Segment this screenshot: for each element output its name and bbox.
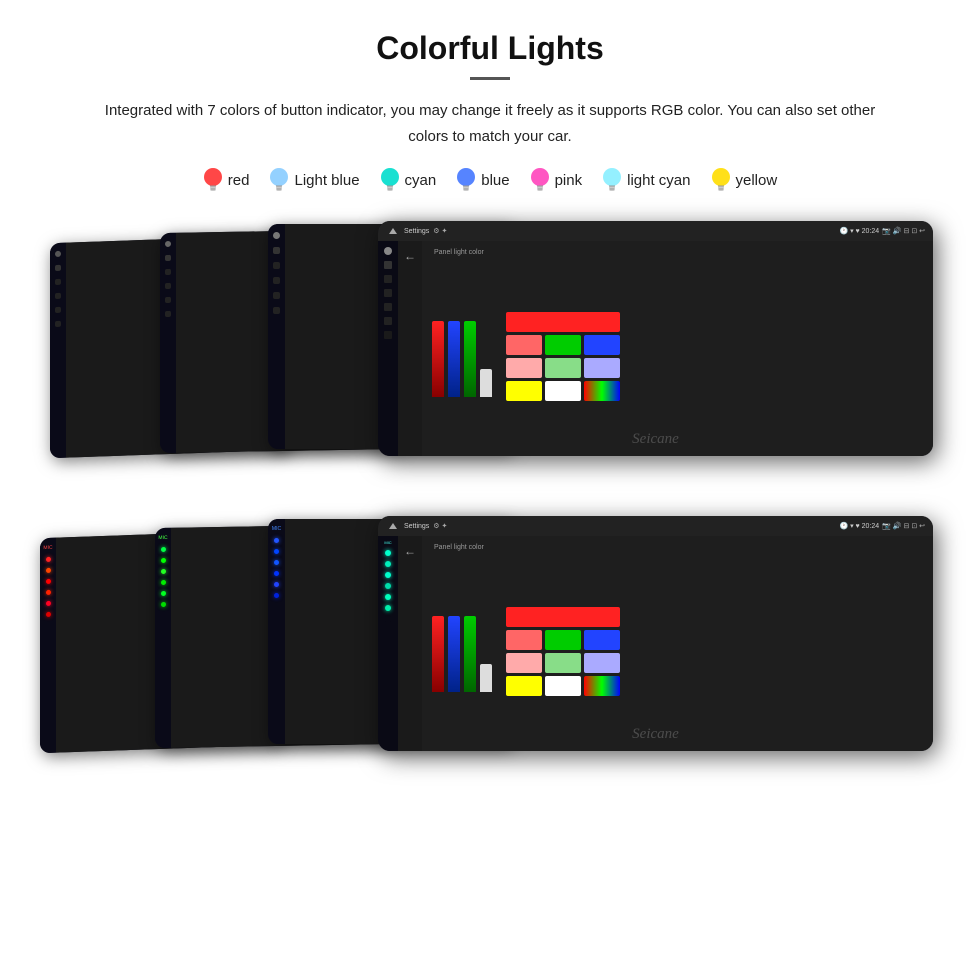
description-text: Integrated with 7 colors of button indic…: [90, 98, 890, 149]
color-item-lightcyan: light cyan: [602, 167, 690, 193]
device-front-bottom: Settings ⚙ ✦ 🕐 ▾ ♥ 20:24 📷 🔊 ⊟ ⊡ ↩ MIC: [378, 516, 933, 751]
color-item-pink: pink: [530, 167, 583, 193]
title-divider: [470, 77, 510, 80]
color-label-blue: blue: [481, 172, 509, 189]
panel-label-top: Panel light color: [434, 249, 484, 256]
bulb-blue-icon: [456, 167, 476, 193]
color-item-yellow: yellow: [711, 167, 778, 193]
color-item-red: red: [203, 167, 250, 193]
color-label-lightblue: Light blue: [294, 172, 359, 189]
bulb-red-icon: [203, 167, 223, 193]
color-indicators: red Light blue cyan: [40, 167, 940, 193]
bulb-lightblue-icon: [269, 167, 289, 193]
bulb-cyan-icon: [380, 167, 400, 193]
bulb-pink-icon: [530, 167, 550, 193]
device-front-top: Settings ⚙ ✦ 🕐 ▾ ♥ 20:24 📷 🔊 ⊟ ⊡ ↩: [378, 221, 933, 456]
top-device-group: Settings ⚙ ✦ 🕐 ▾ ♥ 20:24 📷 🔊 ⊟ ⊡ ↩: [40, 221, 940, 486]
bulb-lightcyan-icon: [602, 167, 622, 193]
panel-label-bottom: Panel light color: [434, 544, 484, 551]
color-item-cyan: cyan: [380, 167, 437, 193]
color-label-pink: pink: [555, 172, 583, 189]
page-container: Colorful Lights Integrated with 7 colors…: [0, 0, 980, 821]
color-label-yellow: yellow: [736, 172, 778, 189]
bulb-yellow-icon: [711, 167, 731, 193]
color-label-red: red: [228, 172, 250, 189]
page-title: Colorful Lights: [40, 30, 940, 67]
color-label-lightcyan: light cyan: [627, 172, 690, 189]
color-item-lightblue: Light blue: [269, 167, 359, 193]
color-item-blue: blue: [456, 167, 509, 193]
color-label-cyan: cyan: [405, 172, 437, 189]
bottom-device-group: MIC MIC: [40, 516, 940, 781]
